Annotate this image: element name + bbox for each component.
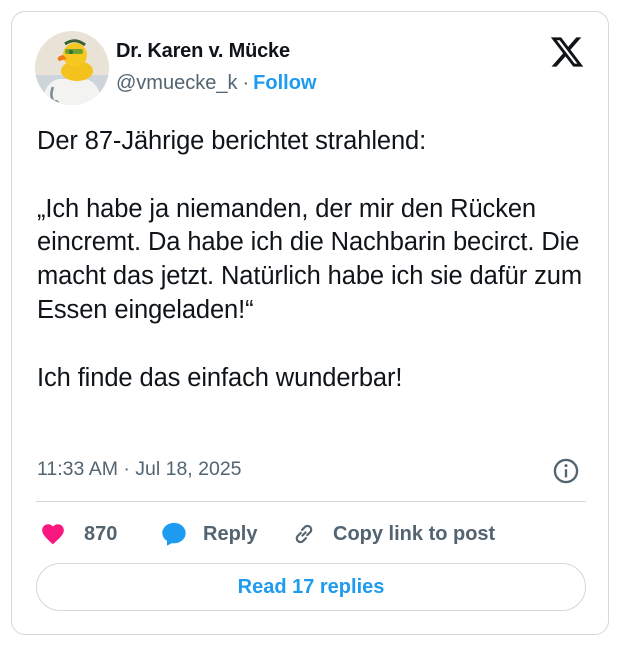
- like-button[interactable]: 870: [40, 517, 117, 551]
- author-handle-row: @vmuecke_k · Follow: [116, 72, 316, 95]
- read-replies-button[interactable]: Read 17 replies: [36, 563, 586, 611]
- speech-bubble-icon: [162, 522, 186, 546]
- copy-link-label: Copy link to post: [333, 522, 496, 545]
- reply-label: Reply: [203, 522, 258, 545]
- copy-link-button[interactable]: Copy link to post: [291, 517, 495, 551]
- avatar[interactable]: [35, 31, 109, 105]
- heart-icon: [42, 524, 64, 545]
- divider: [36, 501, 586, 502]
- info-icon[interactable]: [552, 457, 580, 485]
- duck-avatar-image: [35, 31, 109, 105]
- handle-separator: ·: [242, 72, 250, 94]
- follow-button[interactable]: Follow: [253, 72, 316, 94]
- author-handle[interactable]: @vmuecke_k: [116, 72, 237, 94]
- link-icon: [295, 524, 313, 544]
- tweet-card: Dr. Karen v. Mücke @vmuecke_k · Follow Der…: [11, 11, 609, 635]
- like-count: 870: [84, 522, 118, 545]
- x-logo-icon[interactable]: [549, 34, 585, 70]
- reply-button[interactable]: Reply: [160, 517, 257, 551]
- author-name[interactable]: Dr. Karen v. Mücke: [116, 40, 290, 63]
- timestamp[interactable]: 11:33 AM · Jul 18, 2025: [37, 458, 242, 481]
- tweet-text: Der 87-Jährige berichtet strahlend: „Ich…: [37, 127, 583, 392]
